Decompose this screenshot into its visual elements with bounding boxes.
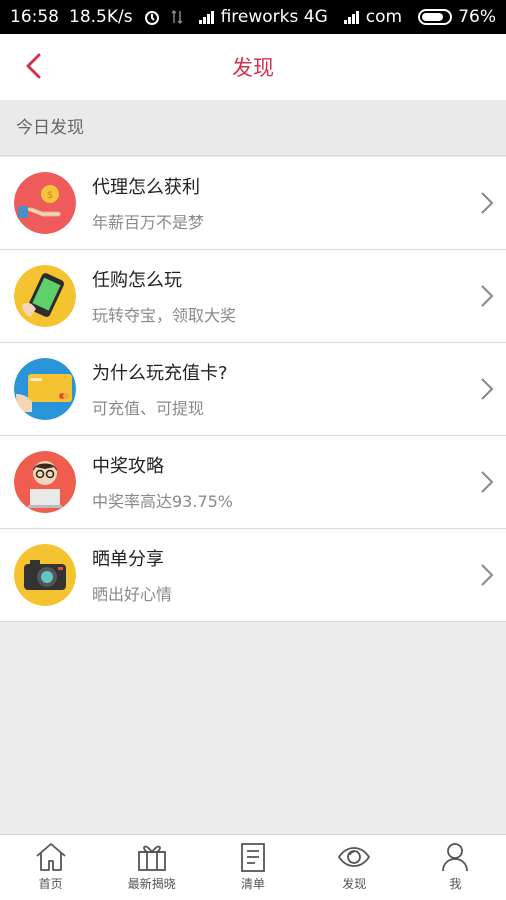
battery-icon (418, 9, 453, 25)
person-laptop-icon (14, 451, 76, 513)
chevron-right-icon (481, 378, 494, 400)
signal-icon (343, 10, 360, 24)
svg-text:$: $ (47, 190, 53, 201)
status-bar: 16:58 18.5K/s fireworks 4G com 76% (0, 0, 506, 34)
chevron-left-icon (26, 53, 41, 79)
item-title: 为什么玩充值卡? (92, 363, 228, 384)
status-speed: 18.5K/s (69, 7, 133, 27)
nav-label: 发现 (342, 877, 367, 891)
nav-label: 我 (449, 877, 462, 891)
item-subtitle: 中奖率高达93.75% (92, 492, 234, 511)
page-title: 发现 (232, 56, 274, 80)
camera-icon (14, 544, 76, 606)
chevron-right-icon (481, 564, 494, 586)
list-item-recharge-card[interactable]: 为什么玩充值卡? 可充值、可提现 (0, 343, 506, 436)
alarm-icon (143, 8, 161, 26)
item-title: 任购怎么玩 (92, 270, 182, 291)
status-battery: 76% (458, 7, 496, 27)
status-time: 16:58 (10, 7, 59, 27)
hand-coin-icon: $ (14, 172, 76, 234)
nav-label: 清单 (241, 877, 266, 891)
nav-me[interactable]: 我 (405, 835, 506, 900)
chevron-right-icon (481, 285, 494, 307)
eye-icon (338, 847, 371, 867)
nav-list[interactable]: 清单 (202, 835, 303, 900)
nav-latest[interactable]: 最新揭晓 (101, 835, 202, 900)
phone-icon (14, 265, 76, 327)
item-subtitle: 玩转夺宝，领取大奖 (92, 306, 237, 325)
header: 发现 (0, 34, 506, 100)
card-icon (14, 358, 76, 420)
nav-discover[interactable]: 发现 (304, 835, 405, 900)
chevron-right-icon (481, 192, 494, 214)
home-icon (36, 843, 66, 871)
list-icon (241, 843, 265, 872)
gift-icon (137, 845, 166, 871)
chevron-right-icon (481, 471, 494, 493)
user-icon (442, 843, 469, 872)
nav-home[interactable]: 首页 (0, 835, 101, 900)
nav-label: 首页 (38, 877, 63, 891)
list-item-agent-profit[interactable]: $ 代理怎么获利 年薪百万不是梦 (0, 157, 506, 250)
signal-icon (198, 10, 215, 24)
back-button[interactable] (14, 46, 54, 86)
item-subtitle: 年薪百万不是梦 (92, 213, 205, 232)
item-subtitle: 晒出好心情 (92, 585, 173, 604)
item-subtitle: 可充值、可提现 (92, 399, 205, 418)
item-title: 代理怎么获利 (92, 177, 200, 198)
data-arrows-icon (171, 9, 183, 25)
discover-list: $ 代理怎么获利 年薪百万不是梦 任购怎么玩 玩转夺宝，领取大奖 为什么玩充值卡… (0, 157, 506, 622)
item-title: 晒单分享 (92, 549, 164, 570)
item-title: 中奖攻略 (92, 456, 164, 477)
bottom-nav: 首页 最新揭晓 清单 发现 我 (0, 834, 506, 900)
status-carrier1: fireworks 4G (220, 7, 328, 27)
list-item-winning-guide[interactable]: 中奖攻略 中奖率高达93.75% (0, 436, 506, 529)
list-item-share[interactable]: 晒单分享 晒出好心情 (0, 529, 506, 622)
status-carrier2: com (365, 7, 403, 27)
nav-label: 最新揭晓 (127, 877, 176, 891)
list-item-how-to-play[interactable]: 任购怎么玩 玩转夺宝，领取大奖 (0, 250, 506, 343)
section-label: 今日发现 (0, 100, 506, 156)
